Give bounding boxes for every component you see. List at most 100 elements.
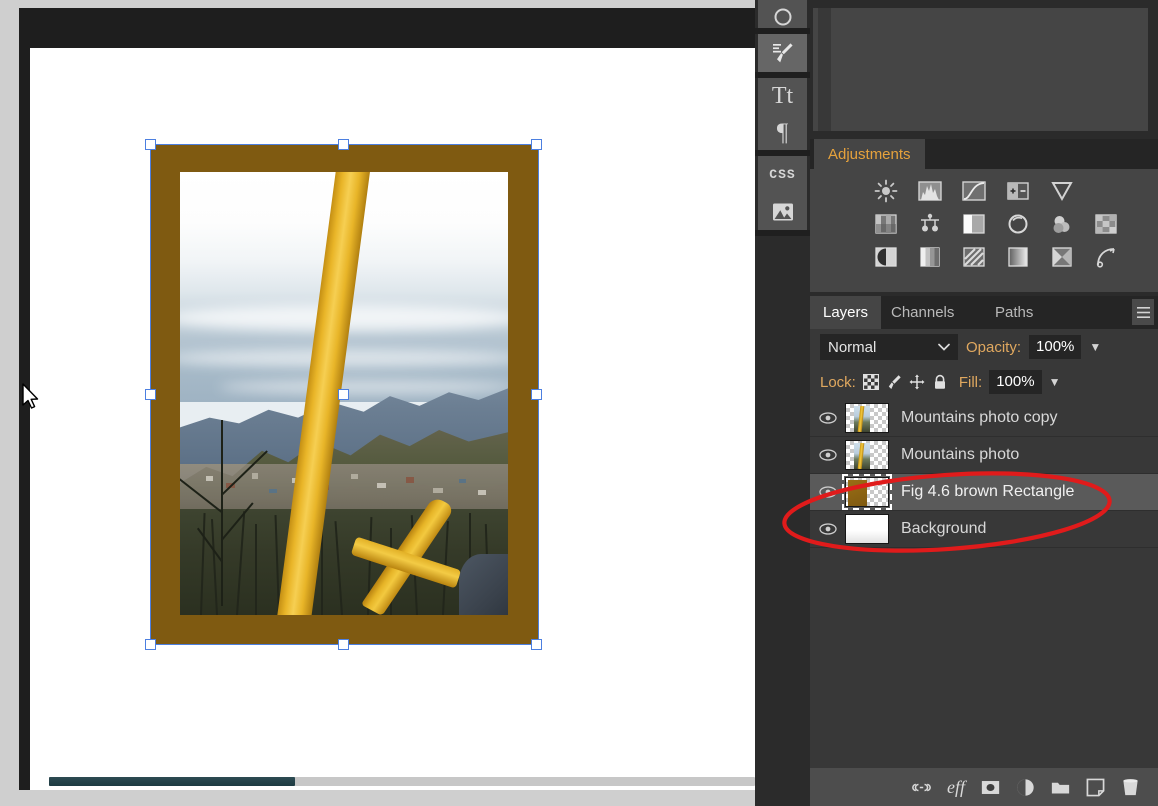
- canvas-horizontal-scrollbar-thumb[interactable]: [49, 777, 295, 786]
- tab-paths[interactable]: Paths: [982, 296, 1046, 329]
- selective-color-icon[interactable]: [1050, 245, 1074, 269]
- transform-handle-bottom-left[interactable]: [145, 639, 156, 650]
- tool-group-css-image: CSS: [758, 156, 807, 230]
- tool-group-type: Tt ¶: [758, 78, 807, 150]
- tab-channels-label: Channels: [891, 304, 955, 321]
- gradient-map-icon[interactable]: [1006, 245, 1030, 269]
- hue-saturation-icon[interactable]: [874, 212, 898, 236]
- channel-mixer-icon[interactable]: [1050, 212, 1074, 236]
- layers-tab-bar: Layers Channels Paths: [810, 296, 1158, 329]
- transform-reference-point[interactable]: [338, 389, 349, 400]
- delete-layer-icon[interactable]: [1121, 778, 1140, 797]
- layer-name: Fig 4.6 brown Rectangle: [901, 483, 1075, 500]
- fill-label: Fill:: [958, 373, 983, 391]
- posterize-icon[interactable]: [918, 245, 942, 269]
- photo-person-silhouette: [458, 553, 508, 615]
- image-icon[interactable]: [758, 193, 807, 230]
- layer-style-fx-icon[interactable]: eff: [947, 777, 965, 798]
- link-layers-icon[interactable]: [912, 778, 931, 797]
- fill-caret-icon[interactable]: ▼: [1049, 375, 1061, 389]
- layer-row-background[interactable]: Background: [810, 511, 1158, 548]
- add-layer-mask-icon[interactable]: [981, 778, 1000, 797]
- eye-icon: [818, 523, 837, 535]
- transform-handle-middle-left[interactable]: [145, 389, 156, 400]
- new-layer-icon[interactable]: [1086, 778, 1105, 797]
- adjustments-tab-bar: Adjustments: [810, 139, 1158, 169]
- transform-handle-top-left[interactable]: [145, 139, 156, 150]
- tool-options-strip: Tt ¶ CSS: [755, 0, 810, 806]
- layer-row-fig-4-6-brown-rectangle[interactable]: Fig 4.6 brown Rectangle: [810, 474, 1158, 511]
- image-canvas[interactable]: [30, 48, 755, 790]
- tab-adjustments[interactable]: Adjustments: [814, 139, 925, 169]
- layers-panel: Layers Channels Paths Normal Opacity: 10…: [810, 296, 1158, 806]
- brush-paint-icon[interactable]: [758, 34, 807, 72]
- upper-panel-side-rail: [818, 8, 831, 131]
- adjustments-panel: Adjustments: [810, 139, 1158, 292]
- tab-layers-label: Layers: [823, 304, 869, 321]
- lock-transparent-pixels-icon[interactable]: [862, 374, 879, 390]
- layer-visibility-toggle[interactable]: [810, 412, 845, 424]
- tab-channels[interactable]: Channels: [878, 296, 967, 329]
- layer-thumbnail[interactable]: [842, 474, 892, 510]
- eye-icon: [818, 486, 837, 498]
- document-window: [19, 8, 755, 790]
- black-white-icon[interactable]: [962, 212, 986, 236]
- layer-visibility-toggle[interactable]: [810, 523, 845, 535]
- layer-visibility-toggle[interactable]: [810, 486, 845, 498]
- layer-thumbnail[interactable]: [845, 514, 889, 544]
- adjustments-row-2: [810, 212, 1158, 236]
- color-balance-icon[interactable]: [918, 212, 942, 236]
- transform-handle-middle-right[interactable]: [531, 389, 542, 400]
- lock-label: Lock:: [820, 373, 856, 391]
- layer-thumbnail[interactable]: [845, 403, 889, 433]
- photo-bare-branches: [180, 420, 272, 607]
- layer-row-mountains-photo-copy[interactable]: Mountains photo copy: [810, 400, 1158, 437]
- right-panel-column: Adjustments Layers Channels Paths Normal…: [810, 0, 1158, 806]
- layer-list: Mountains photo copy Mountains photo Fig…: [810, 400, 1158, 760]
- type-tool-icon[interactable]: Tt: [758, 78, 807, 114]
- blend-mode-select[interactable]: Normal: [820, 334, 958, 360]
- paragraph-icon[interactable]: ¶: [758, 114, 807, 150]
- adjustments-icon-grid: [810, 179, 1158, 278]
- lock-image-pixels-icon[interactable]: [886, 374, 902, 390]
- invert-icon[interactable]: [874, 245, 898, 269]
- eye-icon: [818, 412, 837, 424]
- threshold-icon[interactable]: [962, 245, 986, 269]
- canvas-horizontal-scrollbar[interactable]: [49, 777, 755, 786]
- transform-handle-bottom-center[interactable]: [338, 639, 349, 650]
- exposure-icon[interactable]: [1006, 179, 1030, 203]
- eye-icon: [818, 449, 837, 461]
- curves-icon[interactable]: [962, 179, 986, 203]
- new-adjustment-layer-icon[interactable]: [1016, 778, 1035, 797]
- tab-layers[interactable]: Layers: [810, 296, 882, 329]
- opacity-value[interactable]: 100%: [1029, 335, 1082, 359]
- lock-all-icon[interactable]: [932, 374, 948, 390]
- color-lookup-icon[interactable]: [1094, 212, 1118, 236]
- layer-name: Mountains photo: [901, 446, 1020, 463]
- opacity-label: Opacity:: [966, 338, 1022, 356]
- brightness-contrast-icon[interactable]: [874, 179, 898, 203]
- new-group-icon[interactable]: [1051, 778, 1070, 797]
- lock-position-icon[interactable]: [909, 374, 925, 390]
- fill-value[interactable]: 100%: [989, 370, 1042, 394]
- layers-footer-toolbar: eff: [810, 768, 1158, 806]
- panel-menu-icon[interactable]: [1132, 299, 1154, 325]
- tool-divider: [755, 230, 810, 236]
- photo-filter-icon[interactable]: [1006, 212, 1030, 236]
- chevron-down-icon: [938, 343, 950, 351]
- transform-handle-bottom-right[interactable]: [531, 639, 542, 650]
- transform-handle-top-right[interactable]: [531, 139, 542, 150]
- layer-visibility-toggle[interactable]: [810, 449, 845, 461]
- lock-row: Lock: Fill: 100% ▼: [810, 366, 1158, 398]
- css-icon[interactable]: CSS: [758, 156, 807, 193]
- opacity-caret-icon[interactable]: ▼: [1089, 340, 1101, 354]
- tab-paths-label: Paths: [995, 304, 1034, 321]
- layer-thumbnail[interactable]: [845, 440, 889, 470]
- layer-row-mountains-photo[interactable]: Mountains photo: [810, 437, 1158, 474]
- tool-group-shape: [758, 0, 807, 28]
- vibrance-icon[interactable]: [1050, 179, 1074, 203]
- levels-icon[interactable]: [918, 179, 942, 203]
- curves-preset-icon[interactable]: [1094, 245, 1118, 269]
- transform-handle-top-center[interactable]: [338, 139, 349, 150]
- blend-mode-value: Normal: [828, 338, 877, 356]
